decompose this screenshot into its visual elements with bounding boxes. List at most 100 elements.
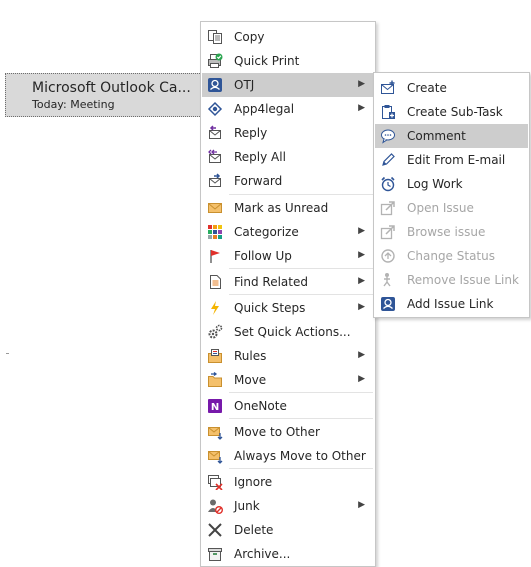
menu-item-label: Delete xyxy=(234,523,274,537)
menu-item-mark-as-unread[interactable]: Mark as Unread xyxy=(202,196,374,220)
submenu-arrow-icon: ▶ xyxy=(358,226,365,236)
mail-list-item[interactable]: Microsoft Outlook Ca... Today: Meeting xyxy=(5,73,204,117)
menu-item-label: OTJ xyxy=(234,78,255,92)
menu-separator xyxy=(229,268,373,269)
menu-item-reply-all[interactable]: Reply All xyxy=(202,145,374,169)
submenu-item-comment[interactable]: Comment xyxy=(375,124,528,148)
otj-icon xyxy=(207,77,223,93)
otj-submenu: Create Create Sub-Task Comment Edit From… xyxy=(373,72,530,318)
gears-icon xyxy=(207,324,223,340)
menu-item-label: Rules xyxy=(234,349,267,363)
menu-item-rules[interactable]: Rules ▶ xyxy=(202,344,374,368)
lightning-icon xyxy=(207,300,223,316)
flag-icon xyxy=(207,248,223,264)
menu-item-categorize[interactable]: Categorize ▶ xyxy=(202,220,374,244)
submenu-item-open-issue[interactable]: Open Issue xyxy=(375,196,528,220)
menu-item-follow-up[interactable]: Follow Up ▶ xyxy=(202,244,374,268)
context-menu: Copy Quick Print OTJ ▶ App4legal ▶ Reply… xyxy=(200,21,376,567)
menu-item-label: Categorize xyxy=(234,225,299,239)
menu-separator xyxy=(229,294,373,295)
menu-item-otj[interactable]: OTJ ▶ xyxy=(202,73,374,97)
submenu-item-label: Change Status xyxy=(407,249,495,263)
archive-icon xyxy=(207,546,223,562)
mail-item-title: Microsoft Outlook Ca... xyxy=(32,80,191,96)
submenu-item-label: Remove Issue Link xyxy=(407,273,519,287)
menu-item-label: Junk xyxy=(234,499,260,513)
divider-tick xyxy=(6,353,9,354)
menu-item-label: Move xyxy=(234,373,267,387)
submenu-item-label: Add Issue Link xyxy=(407,297,494,311)
rules-icon xyxy=(207,348,223,364)
menu-item-onenote[interactable]: N OneNote xyxy=(202,394,374,418)
menu-item-forward[interactable]: Forward xyxy=(202,169,374,193)
menu-item-label: App4legal xyxy=(234,102,295,116)
submenu-item-edit-from-email[interactable]: Edit From E-mail xyxy=(375,148,528,172)
menu-item-quick-print[interactable]: Quick Print xyxy=(202,49,374,73)
submenu-arrow-icon: ▶ xyxy=(358,500,365,510)
printer-icon xyxy=(207,53,223,69)
menu-item-quick-steps[interactable]: Quick Steps ▶ xyxy=(202,296,374,320)
submenu-item-browse-issue[interactable]: Browse issue xyxy=(375,220,528,244)
menu-item-label: Copy xyxy=(234,30,265,44)
junk-icon xyxy=(207,498,223,514)
submenu-arrow-icon: ▶ xyxy=(358,302,365,312)
menu-separator xyxy=(229,392,373,393)
menu-item-label: Reply xyxy=(234,126,268,140)
move-to-other-icon xyxy=(207,424,223,440)
submenu-arrow-icon: ▶ xyxy=(358,250,365,260)
submenu-item-log-work[interactable]: Log Work xyxy=(375,172,528,196)
menu-item-delete[interactable]: Delete xyxy=(202,518,374,542)
svg-text:N: N xyxy=(211,402,219,413)
submenu-arrow-icon: ▶ xyxy=(358,276,365,286)
menu-item-find-related[interactable]: Find Related ▶ xyxy=(202,270,374,294)
submenu-item-remove-issue-link[interactable]: Remove Issue Link xyxy=(375,268,528,292)
menu-item-move[interactable]: Move ▶ xyxy=(202,368,374,392)
menu-item-label: Move to Other xyxy=(234,425,320,439)
menu-item-ignore[interactable]: Ignore xyxy=(202,470,374,494)
clipboard-icon xyxy=(380,104,396,120)
menu-item-label: Always Move to Other xyxy=(234,449,366,463)
app4legal-icon xyxy=(207,101,223,117)
add-link-icon xyxy=(380,296,396,312)
submenu-arrow-icon: ▶ xyxy=(358,103,365,113)
comment-bubble-icon xyxy=(380,128,396,144)
submenu-item-change-status[interactable]: Change Status xyxy=(375,244,528,268)
submenu-item-create[interactable]: Create xyxy=(375,76,528,100)
submenu-item-create-sub-task[interactable]: Create Sub-Task xyxy=(375,100,528,124)
delete-icon xyxy=(207,522,223,538)
reply-all-icon xyxy=(207,149,223,165)
submenu-item-label: Comment xyxy=(407,129,466,143)
menu-item-reply[interactable]: Reply xyxy=(202,121,374,145)
menu-item-set-quick-actions[interactable]: Set Quick Actions... xyxy=(202,320,374,344)
menu-item-label: Archive... xyxy=(234,547,291,561)
status-icon xyxy=(380,248,396,264)
menu-item-label: Find Related xyxy=(234,275,308,289)
forward-icon xyxy=(207,173,223,189)
menu-item-always-move-to-other[interactable]: Always Move to Other xyxy=(202,444,374,468)
submenu-arrow-icon: ▶ xyxy=(358,350,365,360)
submenu-item-label: Log Work xyxy=(407,177,463,191)
menu-item-label: OneNote xyxy=(234,399,287,413)
submenu-item-add-issue-link[interactable]: Add Issue Link xyxy=(375,292,528,316)
menu-item-junk[interactable]: Junk ▶ xyxy=(202,494,374,518)
menu-item-label: Quick Steps xyxy=(234,301,306,315)
category-grid-icon xyxy=(207,224,223,240)
menu-item-label: Follow Up xyxy=(234,249,292,263)
browse-arrow-icon xyxy=(380,224,396,240)
menu-item-copy[interactable]: Copy xyxy=(202,25,374,49)
pencil-icon xyxy=(380,152,396,168)
menu-item-label: Forward xyxy=(234,174,283,188)
menu-item-archive[interactable]: Archive... xyxy=(202,542,374,566)
submenu-item-label: Create xyxy=(407,81,447,95)
reply-icon xyxy=(207,125,223,141)
menu-item-app4legal[interactable]: App4legal ▶ xyxy=(202,97,374,121)
ignore-icon xyxy=(207,474,223,490)
submenu-item-label: Create Sub-Task xyxy=(407,105,503,119)
document-icon xyxy=(207,274,223,290)
menu-item-move-to-other[interactable]: Move to Other xyxy=(202,420,374,444)
menu-separator xyxy=(229,194,373,195)
menu-separator xyxy=(229,468,373,469)
alarm-clock-icon xyxy=(380,176,396,192)
menu-item-label: Ignore xyxy=(234,475,273,489)
menu-separator xyxy=(229,418,373,419)
